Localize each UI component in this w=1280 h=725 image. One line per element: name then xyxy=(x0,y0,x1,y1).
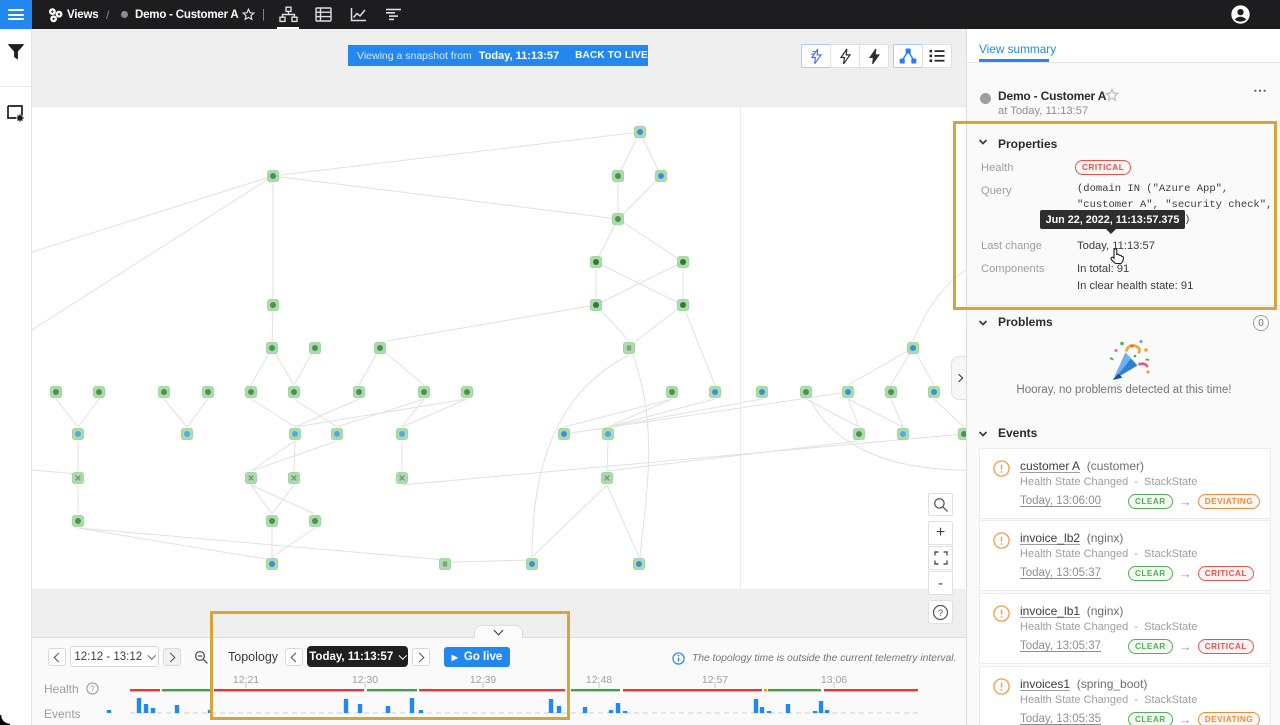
svg-text:?: ? xyxy=(938,608,943,619)
svg-text:?: ? xyxy=(90,684,95,693)
